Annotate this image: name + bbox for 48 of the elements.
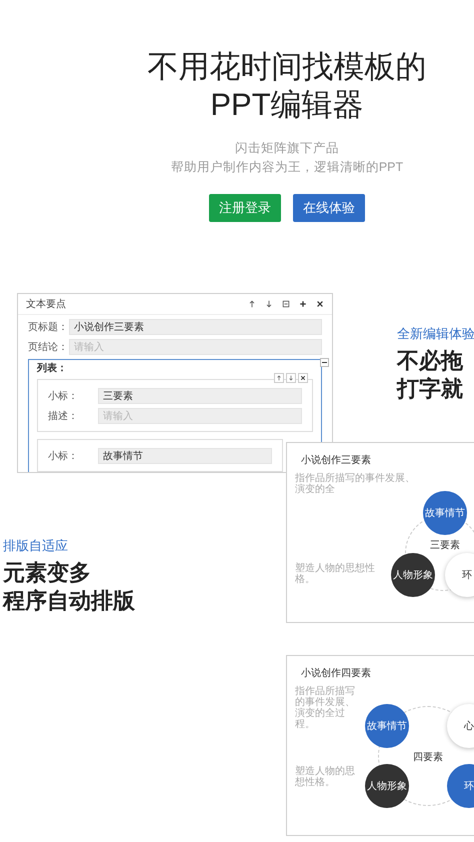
close-icon[interactable] (316, 300, 324, 308)
field-label: 描述： (48, 410, 79, 423)
close-icon (300, 375, 306, 381)
feature-headline: 元素变多 (3, 559, 92, 587)
copy-icon[interactable] (282, 300, 290, 308)
try-online-button[interactable]: 在线体验 (293, 194, 365, 222)
feature-headline: 打字就 (397, 375, 464, 403)
field-label: 页标题： (28, 320, 69, 334)
diagram-node: 心 (447, 704, 474, 748)
arrow-down-icon[interactable] (265, 300, 273, 308)
arrow-down-icon (288, 375, 294, 381)
hero-title: PPT编辑器 (210, 86, 364, 124)
list-label: 列表： (37, 363, 68, 375)
diagram-node: 人物形象 (365, 764, 409, 808)
hero-title: 不用花时间找模板的 (148, 48, 426, 86)
field-label: 页结论： (28, 340, 69, 354)
plus-icon[interactable] (299, 300, 307, 308)
feature-headline: 程序自动排版 (3, 587, 135, 615)
arrow-up-icon (276, 375, 282, 381)
slide-caption: 塑造人物的思想性格。 (295, 563, 376, 585)
input-field[interactable]: 故事情节 (98, 448, 272, 464)
move-up-button[interactable] (274, 373, 284, 383)
slide-caption: 指作品所描写的事件发展、演变的全 (295, 473, 415, 495)
field-label: 小标： (48, 390, 79, 403)
slide-caption: 塑造人物的思想性格。 (295, 766, 356, 788)
diagram-node: 环 (447, 764, 474, 808)
slide-title: 小说创作三要素 (301, 454, 371, 467)
arrow-up-icon[interactable] (248, 300, 256, 308)
slide-title: 小说创作四要素 (301, 666, 371, 680)
input-field[interactable]: 请输入 (98, 408, 302, 424)
input-field[interactable]: 请输入 (69, 339, 322, 355)
collapse-button[interactable] (320, 358, 329, 367)
diagram-node: 人物形象 (391, 553, 435, 597)
diagram-center-label: 三要素 (430, 538, 460, 552)
field-label: 小标： (48, 450, 79, 463)
delete-button[interactable] (298, 373, 308, 383)
hero-subtitle: 帮助用户制作内容为王，逻辑清晰的PPT (170, 159, 404, 175)
diagram-node: 故事情节 (365, 704, 409, 748)
input-field[interactable]: 小说创作三要素 (69, 319, 322, 335)
panel-title: 文本要点 (26, 298, 67, 311)
diagram-node: 故事情节 (423, 491, 467, 535)
slide-caption: 指作品所描写的事件发展、演变的全过程。 (295, 686, 356, 730)
hero-subtitle: 闪击矩阵旗下产品 (235, 140, 339, 156)
input-field[interactable]: 三要素 (98, 388, 302, 404)
diagram-center-label: 四要素 (413, 750, 443, 764)
feature-headline: 不必拖 (397, 347, 464, 375)
feature-tagline: 排版自适应 (3, 538, 69, 554)
diagram-node: 环 (445, 553, 474, 597)
